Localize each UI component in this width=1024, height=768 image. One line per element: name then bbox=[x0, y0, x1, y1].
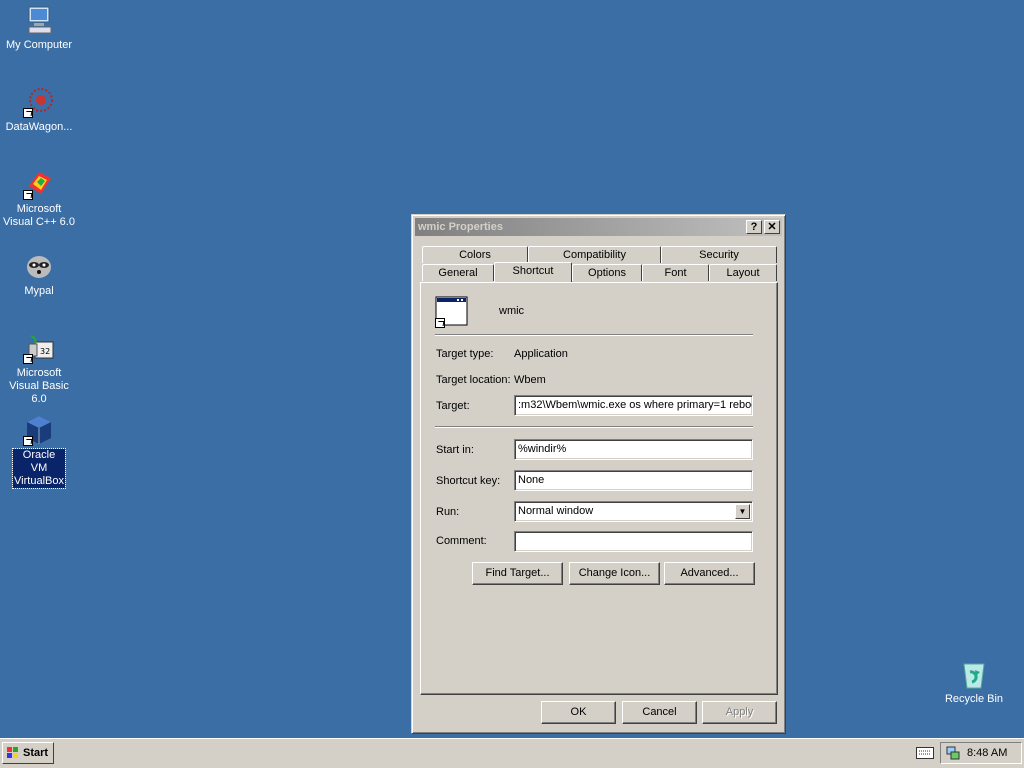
separator bbox=[435, 426, 753, 428]
advanced-button[interactable]: Advanced... bbox=[664, 562, 755, 585]
cancel-button[interactable]: Cancel bbox=[622, 701, 697, 724]
tab-font[interactable]: Font bbox=[642, 264, 709, 281]
desktop-icon-visual-basic[interactable]: 32 Microsoft Visual Basic 6.0 bbox=[0, 332, 78, 406]
keyboard-icon[interactable] bbox=[916, 747, 934, 759]
apply-button[interactable]: Apply bbox=[702, 701, 777, 724]
windows-logo-icon bbox=[6, 746, 20, 760]
tab-layout[interactable]: Layout bbox=[709, 264, 777, 281]
chevron-down-icon[interactable]: ▼ bbox=[735, 504, 750, 519]
shortcut-arrow-icon bbox=[23, 108, 33, 118]
target-label: Target: bbox=[436, 400, 470, 412]
shortcut-key-label: Shortcut key: bbox=[436, 475, 501, 487]
desktop-icon-label: Mypal bbox=[24, 285, 54, 297]
start-in-label: Start in: bbox=[436, 444, 474, 456]
shortcut-arrow-icon bbox=[23, 436, 33, 446]
shortcut-arrow-icon bbox=[23, 354, 33, 364]
change-icon-button[interactable]: Change Icon... bbox=[569, 562, 660, 585]
desktop-icon-virtualbox[interactable]: Oracle VM VirtualBox bbox=[0, 414, 78, 489]
shortcut-key-input[interactable]: None bbox=[514, 470, 753, 491]
desktop-icon-my-computer[interactable]: My Computer bbox=[0, 4, 78, 52]
datawagon-icon bbox=[23, 86, 55, 118]
desktop-icon-label: Recycle Bin bbox=[944, 693, 1004, 705]
separator bbox=[435, 334, 753, 336]
shortcut-tab-panel: wmic Target type: Application Target loc… bbox=[420, 282, 778, 695]
tab-colors[interactable]: Colors bbox=[422, 246, 528, 263]
target-type-value: Application bbox=[514, 348, 568, 360]
find-target-button[interactable]: Find Target... bbox=[472, 562, 563, 585]
shortcut-arrow-icon bbox=[435, 318, 445, 328]
svg-text:32: 32 bbox=[40, 347, 50, 356]
run-select[interactable]: Normal window ▼ bbox=[514, 501, 753, 522]
properties-dialog: wmic Properties ? ✕ Colors Compatibility… bbox=[411, 214, 786, 734]
start-label: Start bbox=[23, 747, 49, 759]
run-select-value: Normal window bbox=[518, 505, 594, 517]
visual-basic-icon: 32 bbox=[23, 332, 55, 364]
taskbar: Start 8:48 AM bbox=[0, 738, 1024, 768]
desktop-icon-label: Microsoft Visual Basic 6.0 bbox=[9, 367, 69, 405]
dialog-title: wmic Properties bbox=[418, 221, 503, 233]
comment-input[interactable] bbox=[514, 531, 753, 552]
desktop-icon-label: Oracle VM VirtualBox bbox=[12, 448, 66, 489]
desktop-icon-mypal[interactable]: Mypal bbox=[0, 250, 78, 298]
tab-options[interactable]: Options bbox=[572, 264, 642, 281]
recycle-bin-icon bbox=[958, 658, 990, 690]
desktop-icon-datawagon[interactable]: DataWagon... bbox=[0, 86, 78, 134]
help-button[interactable]: ? bbox=[746, 220, 762, 234]
desktop-icon-visual-cpp[interactable]: Microsoft Visual C++ 6.0 bbox=[0, 168, 78, 229]
tab-shortcut[interactable]: Shortcut bbox=[494, 262, 572, 282]
tab-security[interactable]: Security bbox=[661, 246, 777, 263]
system-tray: 8:48 AM bbox=[940, 742, 1022, 764]
desktop-icon-label: DataWagon... bbox=[5, 121, 73, 133]
close-button[interactable]: ✕ bbox=[764, 220, 780, 234]
target-type-label: Target type: bbox=[436, 348, 494, 360]
tab-compatibility[interactable]: Compatibility bbox=[528, 246, 661, 263]
visual-cpp-icon bbox=[23, 168, 55, 200]
shortcut-name: wmic bbox=[499, 305, 525, 317]
desktop-icon-label: My Computer bbox=[5, 39, 73, 51]
virtualbox-icon bbox=[23, 414, 55, 446]
ok-button[interactable]: OK bbox=[541, 701, 616, 724]
clock[interactable]: 8:48 AM bbox=[967, 743, 1007, 763]
shortcut-arrow-icon bbox=[23, 190, 33, 200]
comment-label: Comment: bbox=[436, 535, 487, 547]
network-icon[interactable] bbox=[945, 745, 961, 761]
computer-icon bbox=[23, 4, 55, 36]
target-input[interactable]: :m32\Wbem\wmic.exe os where primary=1 re… bbox=[514, 395, 753, 416]
raccoon-icon bbox=[23, 250, 55, 282]
start-in-input[interactable]: %windir% bbox=[514, 439, 753, 460]
tab-general[interactable]: General bbox=[422, 264, 494, 281]
target-location-value: Wbem bbox=[514, 374, 546, 386]
console-window-icon bbox=[435, 296, 469, 328]
dialog-titlebar[interactable]: wmic Properties ? ✕ bbox=[415, 218, 782, 236]
target-location-label: Target location: bbox=[436, 374, 511, 386]
desktop-icon-recycle-bin[interactable]: Recycle Bin bbox=[935, 658, 1013, 706]
desktop-icon-label: Microsoft Visual C++ 6.0 bbox=[3, 203, 75, 228]
run-label: Run: bbox=[436, 506, 460, 518]
start-button[interactable]: Start bbox=[2, 742, 54, 764]
